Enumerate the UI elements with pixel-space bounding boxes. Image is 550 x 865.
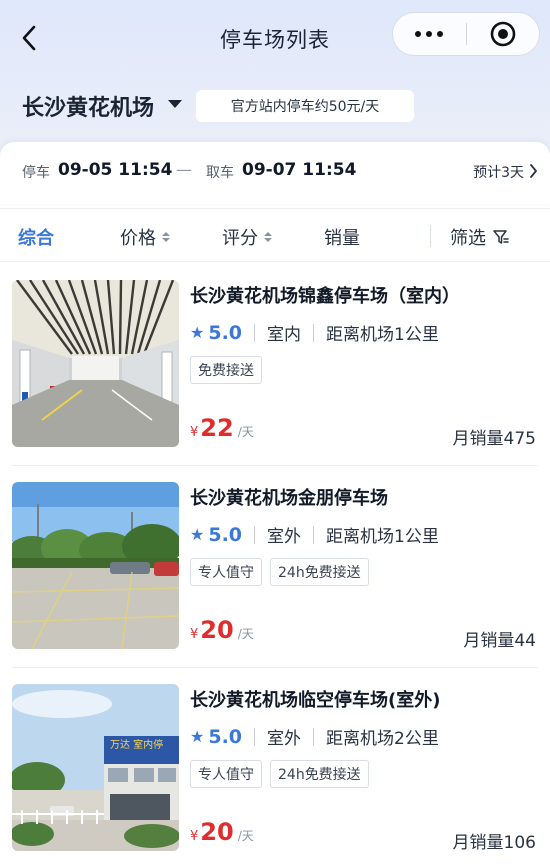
meta-divider	[254, 323, 256, 342]
official-price-note: 官方站内停车约50元/天	[196, 90, 414, 122]
lot-price: ¥ 20 /天	[190, 616, 254, 644]
tab-rating-label: 评分	[222, 228, 258, 249]
star-icon: ★	[190, 727, 205, 746]
city-selector[interactable]: 长沙黄花机场	[22, 90, 154, 122]
monthly-sales: 月销量106	[452, 833, 536, 853]
signage-text: 万达 室内停	[110, 738, 163, 751]
lot-meta: ★ 5.0 室外 距离机场1公里	[190, 522, 439, 548]
sort-arrows-icon	[162, 232, 170, 242]
price-unit: /天	[237, 829, 254, 843]
lot-distance: 距离机场1公里	[326, 527, 439, 547]
parking-lot-photo	[12, 280, 179, 447]
parking-lot-photo: 万达 室内停	[12, 684, 179, 851]
tab-sales[interactable]: 销量	[324, 224, 360, 250]
park-time[interactable]: 09-05 11:54	[58, 160, 172, 180]
more-button[interactable]	[393, 13, 466, 55]
pickup-label: 取车	[206, 165, 234, 181]
target-circle-icon	[490, 21, 516, 47]
lot-score: 5.0	[208, 725, 243, 748]
meta-divider	[313, 525, 315, 544]
star-icon: ★	[190, 525, 205, 544]
sort-tabs: 综合 价格 评分 销量 筛选	[0, 208, 550, 262]
currency-symbol: ¥	[190, 425, 199, 440]
filter-button[interactable]: 筛选	[450, 224, 510, 250]
service-tag: 专人值守	[190, 558, 262, 586]
filter-label: 筛选	[450, 228, 486, 249]
tab-sales-label: 销量	[324, 228, 360, 249]
lot-meta: ★ 5.0 室内 距离机场1公里	[190, 320, 439, 346]
tab-rating[interactable]: 评分	[222, 224, 272, 250]
lot-distance: 距离机场2公里	[326, 729, 439, 749]
price-value: 20	[200, 818, 234, 846]
lot-type: 室外	[267, 729, 302, 749]
star-icon: ★	[190, 323, 205, 342]
price-value: 20	[200, 616, 234, 644]
lot-score: 5.0	[208, 321, 243, 344]
meta-divider	[313, 323, 315, 342]
chevron-right-icon	[530, 164, 537, 178]
more-dots-icon	[415, 31, 444, 37]
meta-divider	[254, 525, 256, 544]
lot-name: 长沙黄花机场金朋停车场	[190, 488, 388, 509]
location-row: 长沙黄花机场 官方站内停车约50元/天	[0, 84, 550, 128]
pickup-time[interactable]: 09-07 11:54	[242, 160, 356, 180]
price-value: 22	[200, 414, 234, 442]
service-tag: 免费接送	[190, 356, 262, 384]
lot-distance: 距离机场1公里	[326, 325, 439, 345]
lot-tags: 专人值守 24h免费接送	[190, 558, 369, 586]
lot-tags: 免费接送	[190, 356, 262, 384]
monthly-sales: 月销量44	[463, 631, 536, 651]
lot-type: 室内	[267, 325, 302, 345]
lot-type: 室外	[267, 527, 302, 547]
parking-lot-item[interactable]: 长沙黄花机场锦鑫停车场（室内） ★ 5.0 室内 距离机场1公里 免费接送 ¥ …	[0, 264, 550, 466]
lot-price: ¥ 20 /天	[190, 818, 254, 846]
service-tag: 24h免费接送	[270, 760, 369, 788]
meta-divider	[313, 727, 315, 746]
estimate-days[interactable]: 预计3天	[473, 162, 524, 182]
sort-arrows-icon	[264, 232, 272, 242]
price-unit: /天	[237, 627, 254, 641]
service-tag: 24h免费接送	[270, 558, 369, 586]
lot-tags: 专人值守 24h免费接送	[190, 760, 369, 788]
lot-name: 长沙黄花机场临空停车场(室外)	[190, 690, 441, 711]
lot-score: 5.0	[208, 523, 243, 546]
tab-overall-label: 综合	[18, 228, 54, 249]
lot-price: ¥ 22 /天	[190, 414, 254, 442]
nav-bar: 停车场列表	[0, 0, 550, 76]
meta-divider	[254, 727, 256, 746]
tab-divider	[430, 225, 431, 247]
monthly-sales: 月销量475	[452, 429, 536, 449]
service-tag: 专人值守	[190, 760, 262, 788]
close-miniprogram-button[interactable]	[467, 13, 540, 55]
parking-lot-item[interactable]: 万达 室内停 长沙黄花机场临空停车场(室外) ★ 5.0 室外 距离机场2公里 …	[0, 668, 550, 865]
parking-lot-photo	[12, 482, 179, 649]
tab-price[interactable]: 价格	[120, 224, 170, 250]
currency-symbol: ¥	[190, 627, 199, 642]
caret-down-icon[interactable]	[168, 100, 182, 108]
time-separator: —	[176, 160, 192, 179]
parking-lot-item[interactable]: 长沙黄花机场金朋停车场 ★ 5.0 室外 距离机场1公里 专人值守 24h免费接…	[0, 466, 550, 668]
lot-meta: ★ 5.0 室外 距离机场2公里	[190, 724, 439, 750]
filter-icon	[493, 230, 509, 244]
tab-overall[interactable]: 综合	[18, 224, 54, 250]
lot-name: 长沙黄花机场锦鑫停车场（室内）	[190, 286, 460, 307]
currency-symbol: ¥	[190, 829, 199, 844]
time-card[interactable]: 停车 09-05 11:54 — 取车 09-07 11:54 预计3天	[0, 142, 550, 204]
tab-price-label: 价格	[120, 228, 156, 249]
park-label: 停车	[22, 165, 50, 181]
price-unit: /天	[237, 425, 254, 439]
mini-program-capsule	[392, 12, 540, 56]
